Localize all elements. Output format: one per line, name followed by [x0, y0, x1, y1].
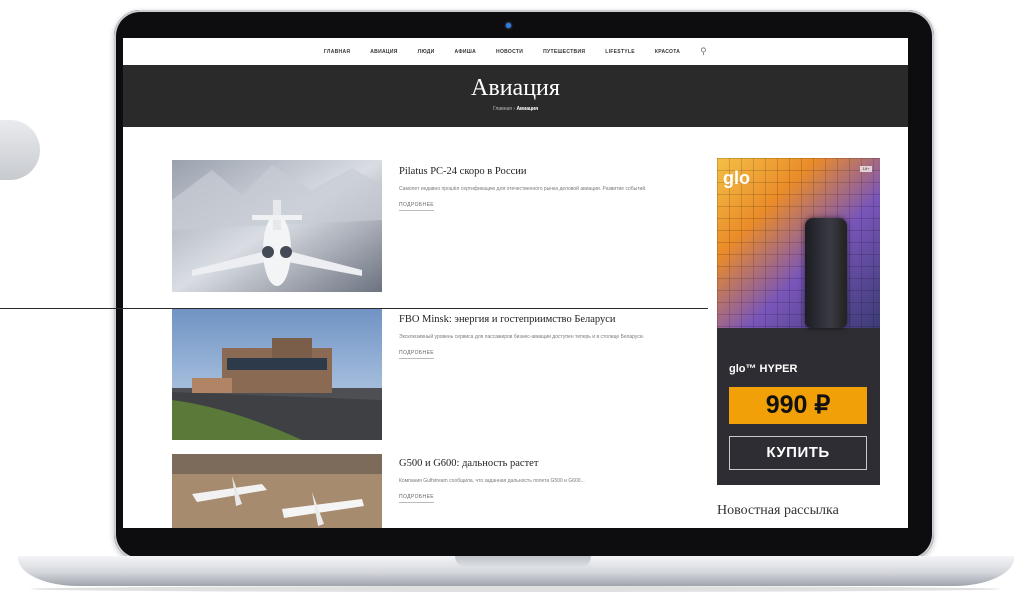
article-2-excerpt: Эксклюзивный уровень сервиса для пассажи…	[399, 334, 645, 340]
ad-price: 990 ₽	[729, 387, 867, 424]
laptop-shadow	[30, 586, 1000, 592]
article-2-title[interactable]: FBO Minsk: энергия и гостеприимство Бела…	[399, 314, 699, 325]
breadcrumb-current: Авиация	[516, 106, 539, 112]
article-3-image[interactable]	[172, 454, 382, 528]
article-2: FBO Minsk: энергия и гостеприимство Бела…	[399, 314, 699, 359]
article-1-read-more-link[interactable]: ПОДРОБНЕЕ	[399, 202, 435, 211]
webcam-dot	[506, 23, 511, 28]
newsletter-heading: Новостная рассылка	[717, 503, 839, 518]
adjacent-device-edge	[0, 120, 40, 180]
article-3-excerpt: Компания Gulfstream сообщила, что заданн…	[399, 478, 585, 484]
overlay-divider-line	[0, 308, 708, 309]
search-icon[interactable]: ⚲	[700, 46, 707, 57]
article-3-title[interactable]: G500 и G600: дальность растет	[399, 458, 699, 469]
article-1-image[interactable]	[172, 160, 382, 292]
buy-button[interactable]: КУПИТЬ	[729, 436, 867, 470]
page-header-banner: Авиация Главная › Авиация	[123, 65, 908, 127]
age-badge: 18+	[860, 166, 872, 172]
article-1-title[interactable]: Pilatus PC-24 скоро в России	[399, 166, 699, 177]
sidebar-advertisement[interactable]: glo 18+ glo™ HYPER 990 ₽ КУПИТЬ	[717, 158, 880, 485]
nav-item-beauty[interactable]: КРАСОТА	[655, 49, 680, 55]
top-nav: ГЛАВНАЯ АВИАЦИЯ ЛЮДИ АФИША НОВОСТИ ПУТЕШ…	[123, 38, 908, 65]
glo-device-image	[805, 218, 847, 328]
page-title: Авиация	[471, 75, 560, 101]
article-1: Pilatus PC-24 скоро в России Самолет нед…	[399, 166, 699, 211]
breadcrumb-home[interactable]: Главная	[493, 106, 512, 112]
article-2-read-more-link[interactable]: ПОДРОБНЕЕ	[399, 350, 435, 359]
nav-item-events[interactable]: АФИША	[455, 49, 476, 55]
glo-brand-logo: glo	[723, 168, 750, 188]
ad-product-name: glo™ HYPER	[729, 363, 798, 375]
article-3: G500 и G600: дальность растет Компания G…	[399, 458, 699, 503]
nav-item-people[interactable]: ЛЮДИ	[418, 49, 435, 55]
nav-item-aviation[interactable]: АВИАЦИЯ	[370, 49, 397, 55]
article-3-read-more-link[interactable]: ПОДРОБНЕЕ	[399, 494, 435, 503]
article-1-excerpt: Самолет недавно прошёл сертификацию для …	[399, 186, 647, 192]
breadcrumb: Главная › Авиация	[123, 106, 908, 112]
nav-item-lifestyle[interactable]: LIFESTYLE	[605, 49, 635, 55]
laptop-screen: ГЛАВНАЯ АВИАЦИЯ ЛЮДИ АФИША НОВОСТИ ПУТЕШ…	[123, 38, 908, 528]
laptop-base-notch	[455, 556, 591, 568]
nav-item-travel[interactable]: ПУТЕШЕСТВИЯ	[543, 49, 585, 55]
nav-item-news[interactable]: НОВОСТИ	[496, 49, 523, 55]
article-2-image[interactable]	[172, 308, 382, 440]
nav-item-home[interactable]: ГЛАВНАЯ	[324, 49, 350, 55]
breadcrumb-separator: ›	[513, 106, 516, 112]
